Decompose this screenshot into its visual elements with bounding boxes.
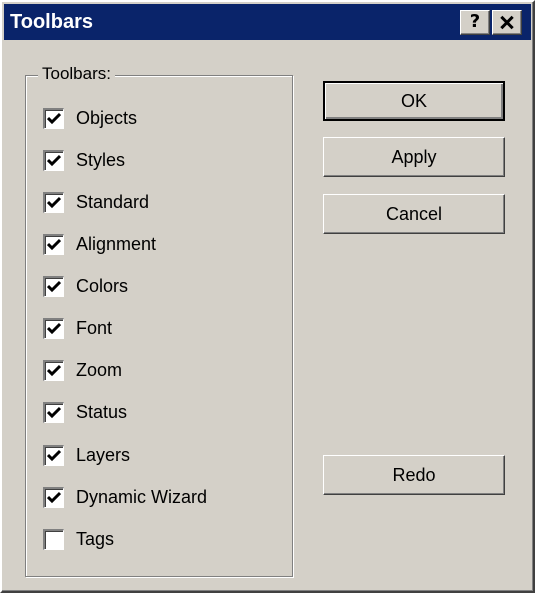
check-icon bbox=[47, 112, 61, 125]
checkbox-box[interactable] bbox=[43, 487, 64, 508]
toolbars-group-label: Toolbars: bbox=[38, 64, 115, 84]
check-icon bbox=[47, 280, 61, 293]
apply-button[interactable]: Apply bbox=[323, 137, 505, 177]
checkbox-label: Objects bbox=[76, 108, 138, 128]
checkbox-box[interactable] bbox=[43, 402, 64, 423]
checkbox-label: Dynamic Wizard bbox=[76, 487, 208, 507]
check-icon bbox=[47, 196, 61, 209]
checkbox-font[interactable]: Font bbox=[43, 315, 283, 341]
check-icon bbox=[47, 406, 61, 419]
checkbox-zoom[interactable]: Zoom bbox=[43, 357, 283, 383]
cancel-button[interactable]: Cancel bbox=[323, 194, 505, 234]
checkbox-status[interactable]: Status bbox=[43, 399, 283, 425]
checkbox-label: Standard bbox=[76, 192, 150, 212]
close-button[interactable] bbox=[492, 10, 522, 35]
checkbox-layers[interactable]: Layers bbox=[43, 442, 283, 468]
checkbox-label: Status bbox=[76, 402, 128, 422]
checkbox-styles[interactable]: Styles bbox=[43, 147, 283, 173]
redo-button[interactable]: Redo bbox=[323, 455, 505, 495]
close-icon bbox=[493, 11, 521, 34]
checkbox-label: Tags bbox=[76, 529, 115, 549]
help-icon: ? bbox=[469, 11, 481, 32]
toolbars-dialog: Toolbars ? Toolbars: Objects Styles Stan… bbox=[0, 0, 535, 593]
checkbox-alignment[interactable]: Alignment bbox=[43, 231, 283, 257]
ok-button[interactable]: OK bbox=[323, 81, 505, 121]
checkbox-label: Layers bbox=[76, 445, 131, 465]
checkbox-box[interactable] bbox=[43, 234, 64, 255]
check-icon bbox=[47, 154, 61, 167]
check-icon bbox=[47, 322, 61, 335]
checkbox-box[interactable] bbox=[43, 192, 64, 213]
checkbox-label: Styles bbox=[76, 150, 126, 170]
check-icon bbox=[47, 238, 61, 251]
checkbox-dynamic-wizard[interactable]: Dynamic Wizard bbox=[43, 484, 283, 510]
window-title: Toolbars bbox=[10, 11, 93, 33]
title-bar[interactable]: Toolbars ? bbox=[4, 4, 531, 40]
check-icon bbox=[47, 449, 61, 462]
checkbox-label: Font bbox=[76, 318, 113, 338]
check-icon bbox=[47, 491, 61, 504]
checkbox-colors[interactable]: Colors bbox=[43, 273, 283, 299]
checkbox-label: Colors bbox=[76, 276, 129, 296]
checkbox-label: Alignment bbox=[76, 234, 157, 254]
checkbox-box[interactable] bbox=[43, 318, 64, 339]
checkbox-box[interactable] bbox=[43, 445, 64, 466]
checkbox-box[interactable] bbox=[43, 108, 64, 129]
checkbox-box[interactable] bbox=[43, 360, 64, 381]
checkbox-box[interactable] bbox=[43, 150, 64, 171]
checkbox-label: Zoom bbox=[76, 360, 123, 380]
check-icon bbox=[47, 364, 61, 377]
checkbox-box[interactable] bbox=[43, 529, 64, 550]
checkbox-box[interactable] bbox=[43, 276, 64, 297]
checkbox-objects[interactable]: Objects bbox=[43, 105, 283, 131]
checkbox-tags[interactable]: Tags bbox=[43, 526, 283, 552]
checkbox-standard[interactable]: Standard bbox=[43, 189, 283, 215]
help-button[interactable]: ? bbox=[460, 10, 490, 35]
